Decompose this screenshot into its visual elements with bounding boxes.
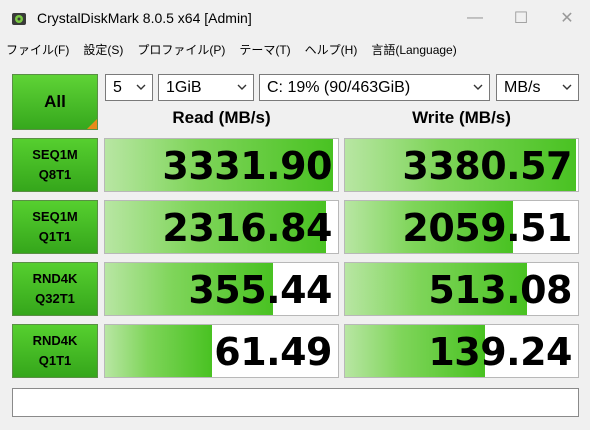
test-button-seq1m-q8t1[interactable]: SEQ1M Q8T1: [12, 138, 98, 192]
test-size-select[interactable]: 1GiB: [158, 74, 254, 101]
test-button-rnd4k-q1t1[interactable]: RND4K Q1T1: [12, 324, 98, 378]
all-corner-marker: [87, 119, 97, 129]
test-params: Q8T1: [38, 167, 72, 182]
test-params: Q1T1: [38, 229, 72, 244]
test-count-value: 5: [113, 78, 122, 96]
test-button-rnd4k-q32t1[interactable]: RND4K Q32T1: [12, 262, 98, 316]
test-name: SEQ1M: [32, 147, 78, 162]
write-value: 2059.51: [402, 206, 572, 250]
chevron-down-icon: [473, 84, 483, 90]
minimize-button[interactable]: —: [452, 0, 498, 36]
chevron-down-icon: [136, 84, 146, 90]
test-size-value: 1GiB: [166, 78, 202, 96]
write-result-seq1m-q8t1: 3380.57: [344, 138, 579, 192]
test-name: SEQ1M: [32, 209, 78, 224]
write-value: 3380.57: [402, 144, 572, 188]
unit-value: MB/s: [504, 78, 541, 96]
write-value: 139.24: [428, 330, 572, 374]
write-result-rnd4k-q1t1: 139.24: [344, 324, 579, 378]
menu-theme[interactable]: テーマ(T): [239, 41, 290, 58]
read-column-header: Read (MB/s): [172, 108, 271, 127]
menu-file[interactable]: ファイル(F): [6, 41, 69, 58]
read-result-rnd4k-q1t1: 61.49: [104, 324, 339, 378]
read-value: 3331.90: [162, 144, 332, 188]
title-bar[interactable]: CrystalDiskMark 8.0.5 x64 [Admin] — ☐ ✕: [0, 0, 590, 38]
drive-value: C: 19% (90/463GiB): [267, 78, 411, 96]
all-button[interactable]: All: [12, 74, 98, 130]
test-count-select[interactable]: 5: [105, 74, 153, 101]
menu-settings[interactable]: 設定(S): [83, 41, 123, 58]
read-result-seq1m-q1t1: 2316.84: [104, 200, 339, 254]
minimize-icon: —: [467, 9, 483, 26]
test-name: RND4K: [32, 271, 78, 286]
test-button-seq1m-q1t1[interactable]: SEQ1M Q1T1: [12, 200, 98, 254]
read-value: 61.49: [214, 330, 332, 374]
close-icon: ✕: [560, 10, 574, 27]
comment-field[interactable]: [12, 388, 579, 417]
maximize-button[interactable]: ☐: [498, 0, 544, 36]
close-button[interactable]: ✕: [544, 0, 590, 36]
read-value: 2316.84: [162, 206, 332, 250]
menu-profile[interactable]: プロファイル(P): [137, 41, 225, 58]
read-result-rnd4k-q32t1: 355.44: [104, 262, 339, 316]
menu-help[interactable]: ヘルプ(H): [305, 41, 358, 58]
menu-bar: ファイル(F) 設定(S) プロファイル(P) テーマ(T) ヘルプ(H) 言語…: [0, 38, 590, 60]
read-bar: [105, 325, 213, 377]
test-params: Q32T1: [35, 291, 75, 306]
maximize-icon: ☐: [513, 10, 529, 27]
chevron-down-icon: [562, 84, 572, 90]
write-result-rnd4k-q32t1: 513.08: [344, 262, 579, 316]
test-params: Q1T1: [38, 353, 72, 368]
chevron-down-icon: [237, 84, 247, 90]
write-result-seq1m-q1t1: 2059.51: [344, 200, 579, 254]
write-column-header: Write (MB/s): [412, 108, 511, 127]
unit-select[interactable]: MB/s: [496, 74, 579, 101]
all-button-label: All: [44, 92, 66, 111]
disk-app-icon: [12, 13, 26, 25]
window-title: CrystalDiskMark 8.0.5 x64 [Admin]: [37, 10, 252, 26]
read-result-seq1m-q8t1: 3331.90: [104, 138, 339, 192]
read-value: 355.44: [188, 268, 332, 312]
drive-select[interactable]: C: 19% (90/463GiB): [259, 74, 490, 101]
menu-language[interactable]: 言語(Language): [371, 41, 456, 58]
test-name: RND4K: [32, 333, 78, 348]
write-value: 513.08: [428, 268, 572, 312]
